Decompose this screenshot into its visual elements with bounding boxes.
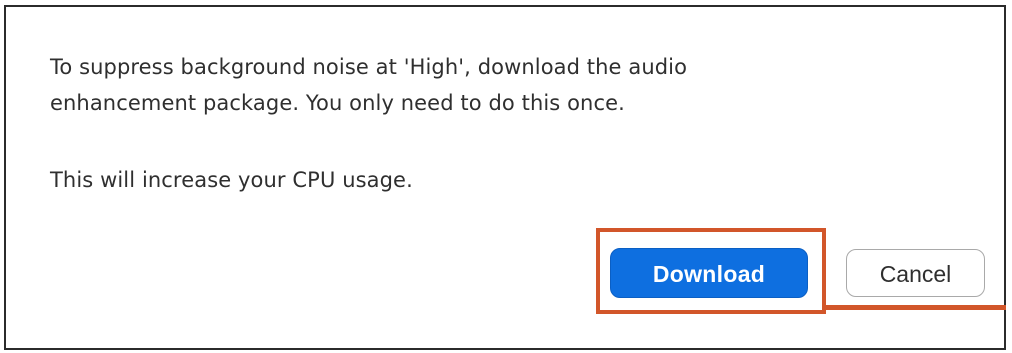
dialog-message-line-1: To suppress background noise at 'High', … [50,55,688,79]
cancel-button[interactable]: Cancel [846,249,985,297]
audio-enhancement-dialog: To suppress background noise at 'High', … [4,5,1006,350]
dialog-message-line-2: enhancement package. You only need to do… [50,91,625,115]
download-button[interactable]: Download [610,248,808,298]
dialog-message: To suppress background noise at 'High', … [50,49,687,121]
highlight-annotation-line [826,305,1006,310]
cpu-usage-note: This will increase your CPU usage. [50,168,413,192]
